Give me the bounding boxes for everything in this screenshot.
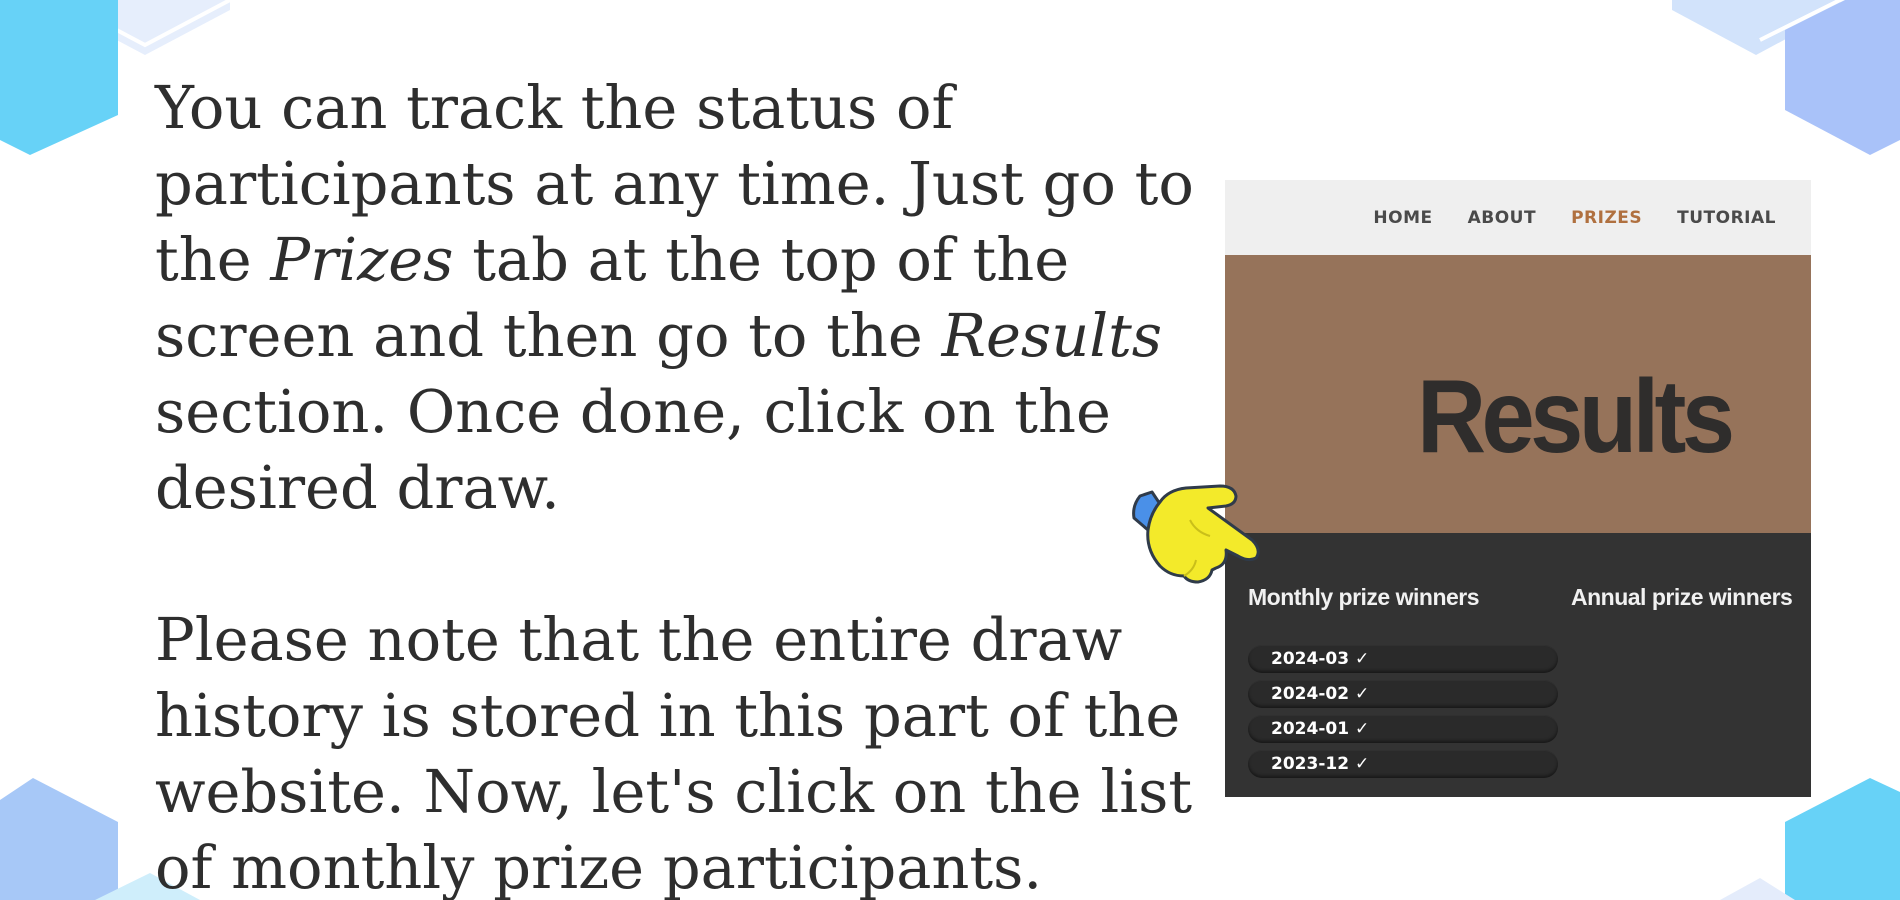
results-banner-title: Results: [1417, 359, 1735, 475]
slide: You can track the status of participants…: [0, 0, 1900, 900]
website-screenshot: HOME ABOUT PRIZES TUTORIAL Results Month…: [1225, 180, 1811, 797]
draw-item-2023-12[interactable]: 2023-12 ✓: [1248, 750, 1558, 778]
hexagon-top-left: [0, 0, 118, 155]
instruction-text: You can track the status of participants…: [155, 70, 1215, 900]
winners-panel: Monthly prize winners Annual prize winne…: [1225, 533, 1811, 797]
prizes-tab-reference: Prizes: [270, 225, 454, 294]
results-section-reference: Results: [941, 301, 1163, 370]
draw-item-2024-01[interactable]: 2024-01 ✓: [1248, 715, 1558, 743]
nav-home[interactable]: HOME: [1373, 208, 1432, 228]
hexagon-bottom-right-light: [1720, 878, 1795, 900]
instruction-paragraph-1: You can track the status of participants…: [155, 70, 1215, 526]
monthly-draw-list: 2024-03 ✓ 2024-02 ✓ 2024-01 ✓ 2023-12 ✓: [1248, 645, 1558, 785]
draw-item-2024-02[interactable]: 2024-02 ✓: [1248, 680, 1558, 708]
hexagon-top-right-light: [1672, 0, 1840, 55]
draw-item-2024-03[interactable]: 2024-03 ✓: [1248, 645, 1558, 673]
hexagon-top-right: [1785, 0, 1900, 155]
hexagon-bottom-left: [0, 778, 118, 900]
paragraph-1-part-3: section. Once done, click on the desired…: [155, 377, 1111, 522]
site-nav: HOME ABOUT PRIZES TUTORIAL: [1225, 180, 1811, 255]
hexagon-top-right-outline: [1759, 0, 1841, 42]
pointing-hand-icon: [1132, 484, 1260, 584]
hexagon-top-left-light: [60, 0, 230, 55]
nav-tutorial[interactable]: TUTORIAL: [1677, 208, 1776, 228]
hexagon-top-left-outline: [59, 0, 231, 48]
nav-about[interactable]: ABOUT: [1468, 208, 1536, 228]
nav-prizes[interactable]: PRIZES: [1571, 208, 1642, 228]
instruction-paragraph-2: Please note that the entire draw history…: [155, 605, 1193, 900]
results-banner: Results: [1225, 255, 1811, 533]
annual-winners-heading: Annual prize winners: [1571, 584, 1793, 610]
